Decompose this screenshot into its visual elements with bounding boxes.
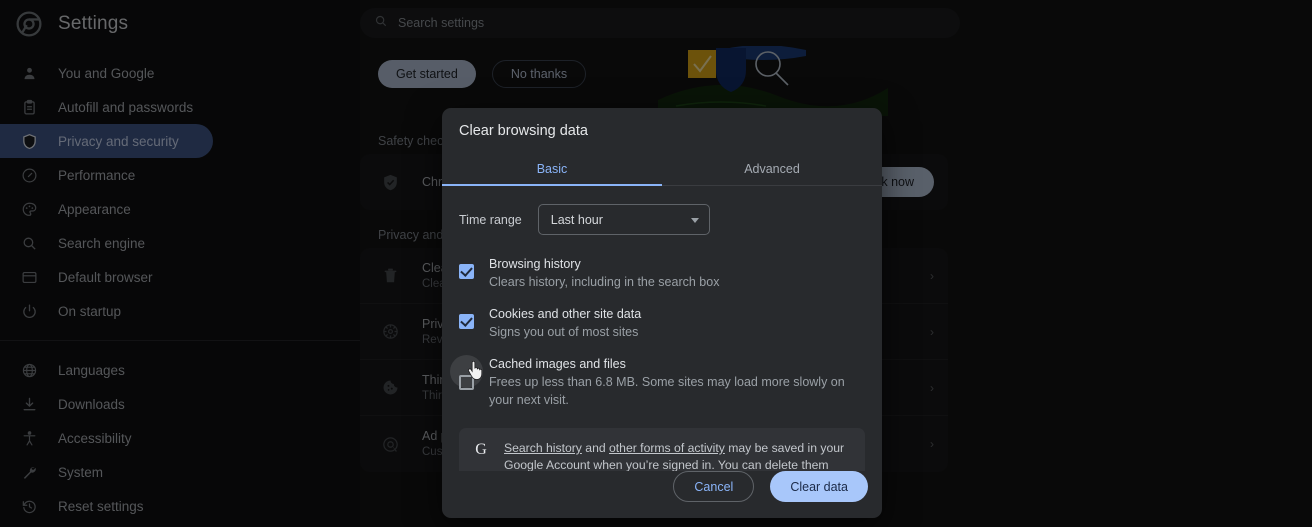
tab-advanced[interactable]: Advanced	[662, 153, 882, 185]
checkbox-description: Frees up less than 6.8 MB. Some sites ma…	[489, 375, 845, 407]
dialog-tabs: Basic Advanced	[442, 153, 882, 186]
dialog-body: Time range Last hour Browsing history Cl…	[442, 186, 882, 471]
checkbox-title: Cached images and files	[489, 357, 626, 371]
cached-images-checkbox[interactable]	[459, 375, 474, 390]
clear-data-button[interactable]: Clear data	[770, 471, 868, 502]
checkbox-row-cookies[interactable]: Cookies and other site data Signs you ou…	[442, 298, 882, 348]
google-g-icon: G	[475, 441, 487, 458]
other-forms-of-activity-link[interactable]: other forms of activity	[609, 441, 725, 455]
checkbox-wrap	[459, 305, 489, 329]
checkbox-wrap	[450, 355, 489, 390]
checkbox-title: Browsing history	[489, 257, 581, 271]
clear-browsing-data-dialog: Clear browsing data Basic Advanced Time …	[442, 108, 882, 518]
checkbox-text: Browsing history Clears history, includi…	[489, 255, 858, 291]
checkbox-title: Cookies and other site data	[489, 307, 642, 321]
time-range-value: Last hour	[550, 212, 603, 227]
google-note-mid: and	[581, 441, 610, 455]
checkbox-text: Cached images and files Frees up less th…	[489, 355, 858, 409]
time-range-select[interactable]: Last hour	[537, 204, 710, 235]
browsing-history-checkbox[interactable]	[459, 264, 474, 279]
dialog-title: Clear browsing data	[459, 123, 588, 139]
checkbox-row-browsing-history[interactable]: Browsing history Clears history, includi…	[442, 248, 882, 298]
clear-options-list: Browsing history Clears history, includi…	[442, 248, 882, 416]
cookies-checkbox[interactable]	[459, 314, 474, 329]
dialog-footer: Cancel Clear data	[442, 471, 882, 518]
cancel-button[interactable]: Cancel	[673, 471, 755, 502]
checkbox-description: Signs you out of most sites	[489, 325, 639, 339]
tab-basic[interactable]: Basic	[442, 153, 662, 186]
checkbox-wrap	[459, 255, 489, 279]
google-note-text: Search history and other forms of activi…	[504, 440, 851, 471]
checkbox-text: Cookies and other site data Signs you ou…	[489, 305, 858, 341]
google-account-note: G Search history and other forms of acti…	[459, 428, 865, 471]
settings-page: Settings You and Google Autofill and pas…	[0, 0, 1312, 527]
time-range-label: Time range	[459, 212, 522, 227]
checkbox-row-cached-images[interactable]: Cached images and files Frees up less th…	[442, 348, 882, 416]
search-history-link[interactable]: Search history	[504, 441, 582, 455]
time-range-row: Time range Last hour	[442, 186, 882, 235]
checkbox-description: Clears history, including in the search …	[489, 275, 720, 289]
chevron-down-icon	[690, 217, 699, 223]
